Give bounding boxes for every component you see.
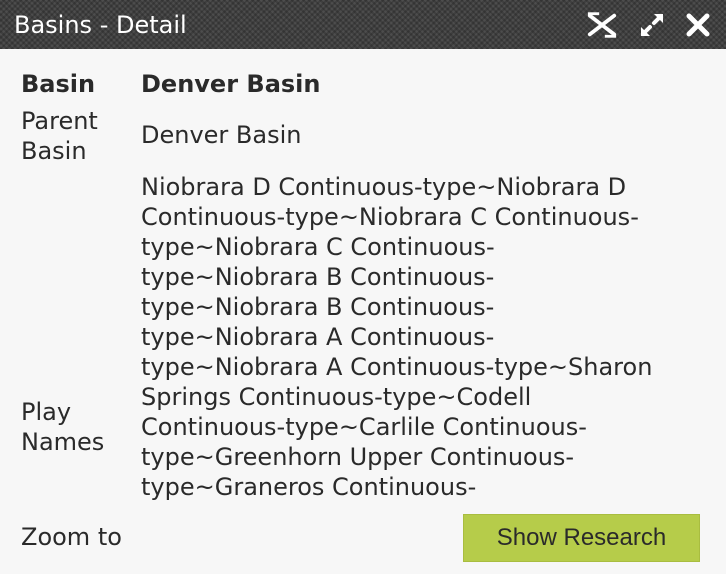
play-names-value: Niobrara D Continuous-type~Niobrara D Co…	[141, 172, 706, 502]
play-names-line: type~Niobrara A Continuous-type~Sharon	[141, 353, 653, 381]
basin-label: Basin	[21, 70, 96, 98]
play-names-line: Continuous-type~Carlile Continuous-	[141, 413, 587, 441]
play-names-line: type~Niobrara C Continuous-	[141, 233, 495, 261]
close-icon[interactable]	[682, 10, 714, 40]
zoom-to-link[interactable]: Zoom to	[21, 522, 122, 552]
play-names-label: Play Names	[21, 397, 131, 457]
play-names-line: type~Greenhorn Upper Continuous-	[141, 443, 575, 471]
play-names-line: type~Graneros Continuous-	[141, 473, 477, 501]
show-research-button[interactable]: Show Research	[463, 514, 700, 562]
play-names-label-line2: Names	[21, 428, 105, 456]
undock-icon[interactable]	[586, 10, 618, 40]
popup-title: Basins - Detail	[14, 11, 187, 39]
play-names-label-line1: Play	[21, 398, 72, 426]
popup-titlebar: Basins - Detail	[0, 0, 726, 49]
maximize-icon[interactable]	[636, 10, 668, 40]
play-names-line: Continuous-type~Niobrara C Continuous-	[141, 203, 639, 231]
parent-basin-label-line1: Parent	[21, 107, 98, 135]
play-names-line: Niobrara D Continuous-type~Niobrara D	[141, 173, 627, 201]
basin-detail-popup: Basins - Detail Basin Denver Basin Paren…	[0, 0, 726, 574]
play-names-line: type~Niobrara A Continuous-	[141, 323, 495, 351]
parent-basin-value: Denver Basin	[141, 121, 302, 149]
popup-content: Basin Denver Basin Parent Basin Denver B…	[0, 49, 726, 574]
parent-basin-label: Parent Basin	[21, 106, 131, 166]
play-names-line: type~Niobrara B Continuous-	[141, 263, 495, 291]
play-names-line: Springs Continuous-type~Codell	[141, 383, 532, 411]
play-names-line: type~Niobrara B Continuous-	[141, 293, 495, 321]
basin-value: Denver Basin	[141, 70, 321, 98]
parent-basin-label-line2: Basin	[21, 137, 87, 165]
